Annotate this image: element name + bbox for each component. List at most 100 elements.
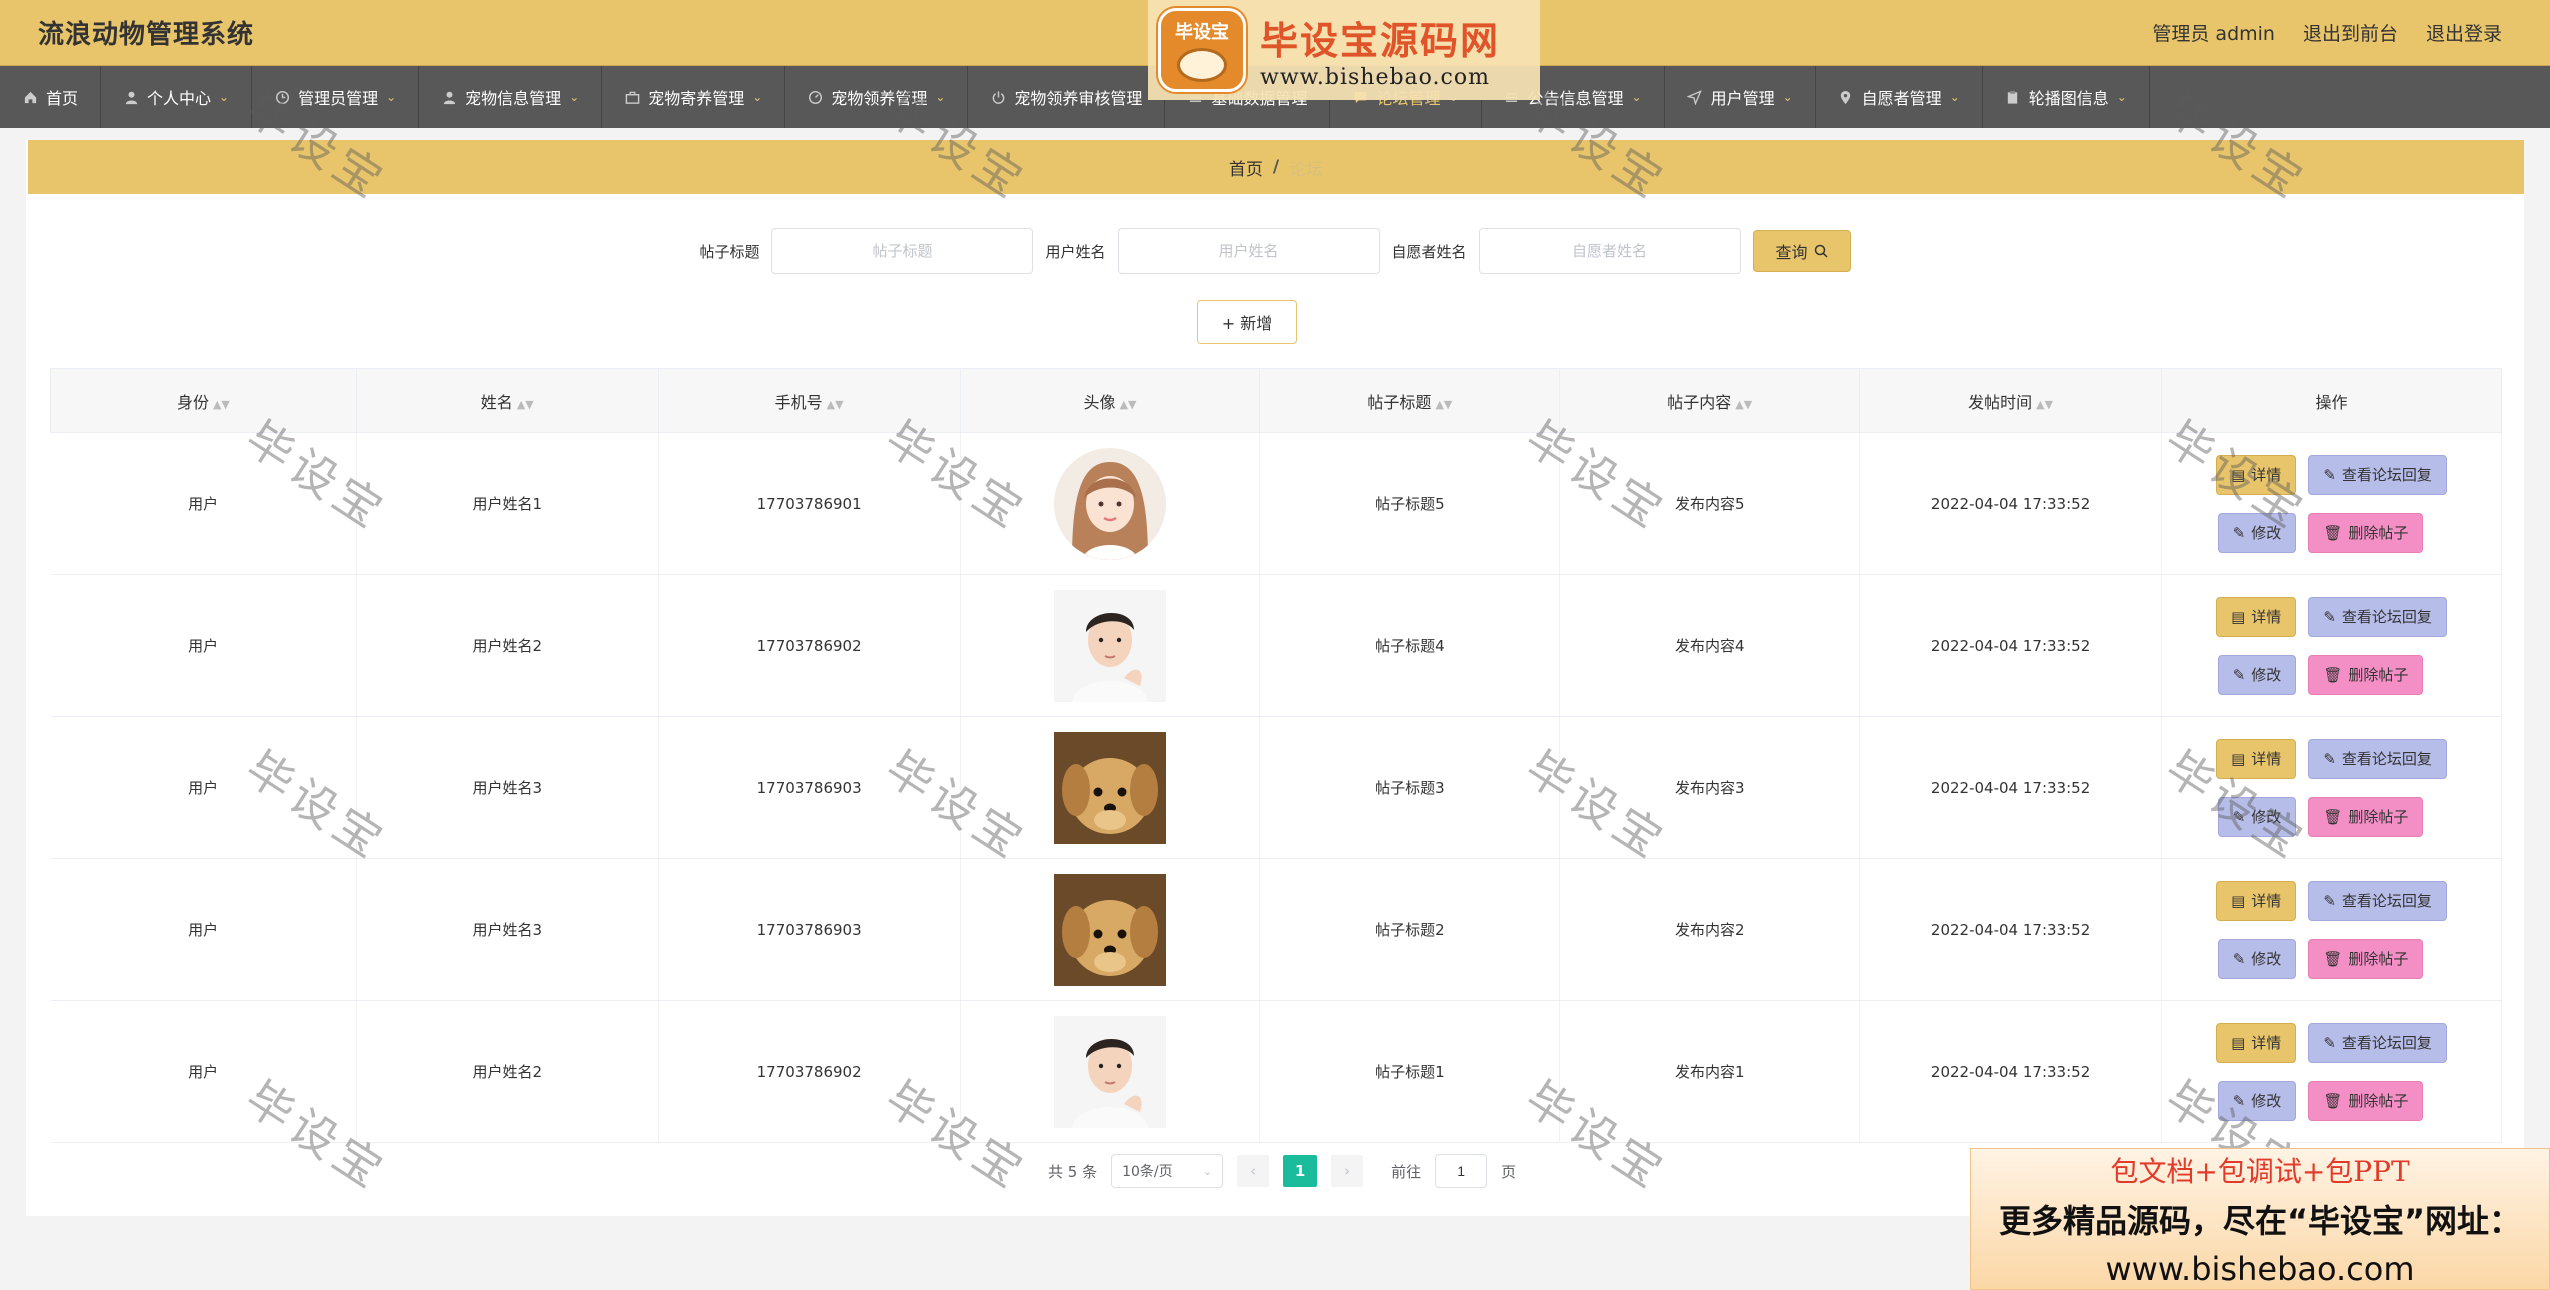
chevron-left-icon: ‹ bbox=[1250, 1162, 1257, 1180]
brand-logo-icon: 毕设宝 bbox=[1158, 8, 1246, 92]
pencil-icon: ✎ bbox=[2232, 1091, 2246, 1110]
detail-button-label: 详情 bbox=[2251, 466, 2282, 484]
location-icon bbox=[1838, 89, 1854, 105]
column-header[interactable]: 姓名 ▲▼ bbox=[355, 368, 659, 433]
query-button[interactable]: 查询 bbox=[1752, 230, 1851, 272]
delete-post-button[interactable]: 🗑 删除帖子 bbox=[2308, 654, 2424, 695]
phone-value: 17703786903 bbox=[756, 778, 862, 797]
prev-page-button[interactable]: ‹ bbox=[1237, 1155, 1270, 1187]
breadcrumb-home[interactable]: 首页 bbox=[1229, 155, 1263, 180]
to-front-link[interactable]: 退出到前台 bbox=[2303, 19, 2398, 46]
document-icon: ▤ bbox=[2231, 749, 2246, 768]
column-header[interactable]: 身份 ▲▼ bbox=[50, 368, 357, 433]
column-header[interactable]: 发帖时间 ▲▼ bbox=[1859, 368, 2163, 433]
nav-item-4[interactable]: 宠物寄养管理 ⌄ bbox=[602, 66, 786, 128]
nav-item-11[interactable]: 自愿者管理 ⌄ bbox=[1816, 66, 1983, 128]
add-button-label: + 新增 bbox=[1221, 314, 1273, 333]
sort-icon[interactable]: ▲▼ bbox=[1120, 398, 1137, 411]
view-replies-button[interactable]: ✎ 查看论坛回复 bbox=[2308, 454, 2447, 495]
table-row: 用户 用户姓名2 17703786902 帖子标题1 发布内容1 2022-04-04 1… bbox=[50, 1000, 2502, 1143]
column-header-label: 操作 bbox=[2315, 392, 2348, 412]
nav-item-label: 首页 bbox=[46, 89, 79, 108]
page-size-select[interactable]: 10条/页 ⌄ bbox=[1111, 1154, 1224, 1188]
detail-button-label: 详情 bbox=[2251, 750, 2282, 768]
column-header[interactable]: 头像 ▲▼ bbox=[959, 368, 1261, 433]
content-value: 发布内容4 bbox=[1674, 637, 1745, 655]
column-header-label: 发帖时间 bbox=[1968, 392, 2033, 412]
sort-icon[interactable]: ▲▼ bbox=[213, 398, 230, 411]
delete-post-button[interactable]: 🗑 删除帖子 bbox=[2308, 512, 2424, 553]
detail-button[interactable]: ▤ 详情 bbox=[2216, 596, 2297, 637]
ad-line-1: 包文档+包调试+包PPT bbox=[2110, 1155, 2410, 1188]
detail-button[interactable]: ▤ 详情 bbox=[2216, 1022, 2297, 1063]
ad-banner[interactable]: 包文档+包调试+包PPT 更多精品源码，尽在“毕设宝”网址： www.bishe… bbox=[1970, 1148, 2550, 1290]
delete-post-button[interactable]: 🗑 删除帖子 bbox=[2308, 1080, 2424, 1121]
header-actions: 管理员 admin 退出到前台 退出登录 bbox=[2152, 19, 2502, 46]
name-value: 用户姓名3 bbox=[472, 779, 543, 797]
column-header[interactable]: 帖子标题 ▲▼ bbox=[1259, 368, 1561, 433]
detail-button[interactable]: ▤ 详情 bbox=[2216, 880, 2297, 921]
sort-icon[interactable]: ▲▼ bbox=[517, 398, 534, 411]
edit-button-label: 修改 bbox=[2251, 808, 2282, 826]
time-value: 2022-04-04 17:33:52 bbox=[1930, 1062, 2091, 1081]
sort-icon[interactable]: ▲▼ bbox=[1435, 398, 1452, 411]
page-number-current[interactable]: 1 bbox=[1283, 1155, 1318, 1187]
edit-button[interactable]: ✎ 修改 bbox=[2217, 1080, 2297, 1121]
volunteer-name-input[interactable] bbox=[1478, 228, 1741, 274]
column-header: 操作 bbox=[2161, 368, 2502, 433]
view-replies-button[interactable]: ✎ 查看论坛回复 bbox=[2308, 1022, 2447, 1063]
nav-item-0[interactable]: 首页 bbox=[0, 66, 102, 128]
detail-button[interactable]: ▤ 详情 bbox=[2216, 738, 2297, 779]
edit-button[interactable]: ✎ 修改 bbox=[2217, 796, 2297, 837]
role-cell: 用户 bbox=[50, 716, 357, 859]
phone-value: 17703786902 bbox=[756, 1062, 862, 1081]
name-value: 用户姓名2 bbox=[472, 1063, 543, 1081]
actions-cell: ▤ 详情 ✎ 查看论坛回复 ✎ 修改 🗑 删除帖子 bbox=[2161, 858, 2502, 1001]
clipboard-icon bbox=[2005, 89, 2021, 105]
content-cell: 发布内容2 bbox=[1559, 858, 1861, 1001]
edit-button[interactable]: ✎ 修改 bbox=[2217, 654, 2297, 695]
column-header-label: 手机号 bbox=[774, 392, 823, 412]
sort-icon[interactable]: ▲▼ bbox=[1735, 398, 1752, 411]
sort-icon[interactable]: ▲▼ bbox=[827, 398, 844, 411]
view-replies-button[interactable]: ✎ 查看论坛回复 bbox=[2308, 596, 2447, 637]
column-header[interactable]: 帖子内容 ▲▼ bbox=[1559, 368, 1861, 433]
name-value: 用户姓名1 bbox=[472, 495, 543, 513]
detail-button[interactable]: ▤ 详情 bbox=[2216, 454, 2297, 495]
phone-cell: 17703786902 bbox=[658, 574, 961, 717]
edit-button-label: 修改 bbox=[2251, 950, 2282, 968]
edit-button[interactable]: ✎ 修改 bbox=[2217, 512, 2297, 553]
logout-link[interactable]: 退出登录 bbox=[2426, 19, 2502, 46]
brand-name: 毕设宝源码网 bbox=[1260, 19, 1501, 63]
nav-item-1[interactable]: 个人中心 ⌄ bbox=[101, 66, 253, 128]
nav-item-12[interactable]: 轮播图信息 ⌄ bbox=[1983, 66, 2150, 128]
sort-icon[interactable]: ▲▼ bbox=[2036, 398, 2053, 411]
detail-button-label: 详情 bbox=[2251, 608, 2282, 626]
nav-item-2[interactable]: 管理员管理 ⌄ bbox=[252, 66, 420, 128]
column-header[interactable]: 手机号 ▲▼ bbox=[657, 368, 961, 433]
post-title-input[interactable] bbox=[771, 228, 1034, 274]
next-page-button[interactable]: › bbox=[1331, 1155, 1364, 1187]
nav-item-5[interactable]: 宠物领养管理 ⌄ bbox=[785, 66, 969, 128]
nav-item-10[interactable]: 用户管理 ⌄ bbox=[1665, 66, 1816, 128]
home-icon bbox=[22, 89, 38, 105]
user-name-input[interactable] bbox=[1117, 228, 1380, 274]
edit-button[interactable]: ✎ 修改 bbox=[2217, 938, 2297, 979]
title-cell: 帖子标题3 bbox=[1259, 716, 1561, 859]
delete-post-button[interactable]: 🗑 删除帖子 bbox=[2308, 938, 2424, 979]
nav-item-3[interactable]: 宠物信息管理 ⌄ bbox=[419, 66, 603, 128]
view-replies-button[interactable]: ✎ 查看论坛回复 bbox=[2308, 738, 2447, 779]
detail-button-label: 详情 bbox=[2251, 1034, 2282, 1052]
name-cell: 用户姓名3 bbox=[356, 716, 659, 859]
time-value: 2022-04-04 17:33:52 bbox=[1930, 920, 2091, 939]
add-button[interactable]: + 新增 bbox=[1197, 300, 1297, 344]
goto-page-input[interactable] bbox=[1435, 1154, 1488, 1188]
view-replies-button[interactable]: ✎ 查看论坛回复 bbox=[2308, 880, 2447, 921]
title-cell: 帖子标题1 bbox=[1259, 1000, 1561, 1143]
chevron-down-icon: ⌄ bbox=[1631, 90, 1642, 104]
current-user-label: 管理员 admin bbox=[2152, 23, 2275, 45]
nav-item-6[interactable]: 宠物领养审核管理 bbox=[968, 66, 1166, 128]
delete-post-button[interactable]: 🗑 删除帖子 bbox=[2308, 796, 2424, 837]
role-cell: 用户 bbox=[50, 432, 357, 575]
actions-cell: ▤ 详情 ✎ 查看论坛回复 ✎ 修改 🗑 删除帖子 bbox=[2161, 432, 2502, 575]
